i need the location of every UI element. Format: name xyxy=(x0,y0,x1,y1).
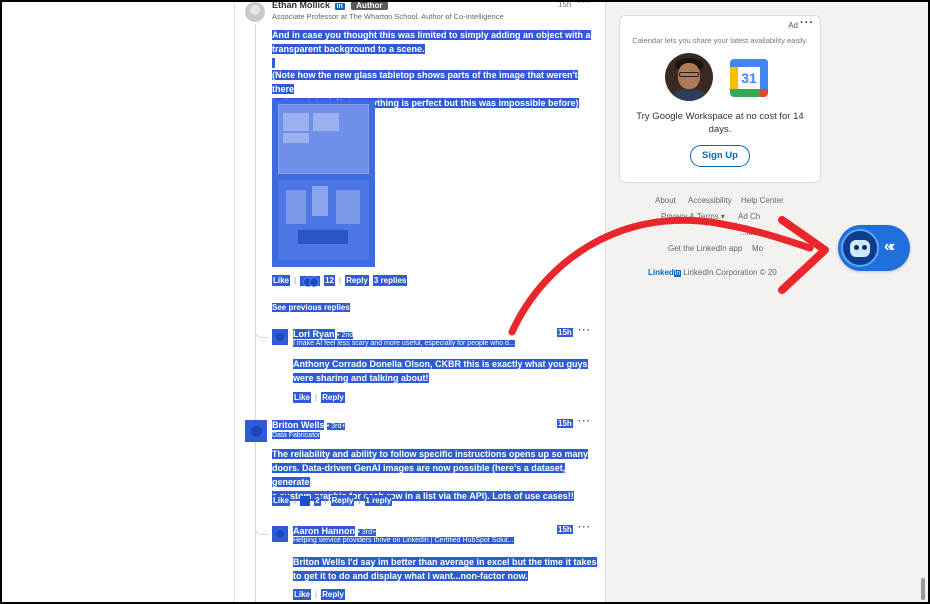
reply-branch xyxy=(255,320,269,338)
reply-button[interactable]: Reply xyxy=(330,495,355,506)
chevrons-left-icon: «‹ xyxy=(884,238,895,255)
more-options-icon[interactable]: ··· xyxy=(578,522,591,533)
reaction-count[interactable]: 12 xyxy=(324,275,335,286)
image-room-scene xyxy=(278,180,369,260)
reply-headline: Helping service providers thrive on Link… xyxy=(293,537,514,544)
reply-text: Anthony Corrado Donella Olson, CKBR this… xyxy=(293,359,588,383)
reply-author[interactable]: Lori Ryan • 2nd xyxy=(293,329,354,339)
ad-label: Ad xyxy=(788,21,798,30)
reply-button[interactable]: Reply xyxy=(321,589,345,600)
replies-count-link[interactable]: 1 reply xyxy=(364,495,393,506)
ai-assistant-widget[interactable]: «‹ xyxy=(838,225,910,271)
like-button[interactable]: Like xyxy=(293,392,312,403)
reactions-icon[interactable] xyxy=(300,495,311,506)
reply-button[interactable]: Reply xyxy=(321,392,345,403)
comment-paragraph-1: And in case you thought this was limited… xyxy=(272,28,592,70)
reply-branch xyxy=(255,515,269,535)
commenter-headline: Data Fabricator xyxy=(272,432,321,439)
commenter-name[interactable]: Briton Wells • 3rd+ xyxy=(272,420,346,430)
commenter-avatar[interactable] xyxy=(245,420,267,442)
author-avatar[interactable] xyxy=(245,2,265,22)
reply-author[interactable]: Aaron Hannon • 3rd+ xyxy=(293,526,377,536)
replies-count-link[interactable]: 3 replies xyxy=(372,275,408,286)
comment-time: 15h xyxy=(557,419,573,428)
red-arrow-annotation xyxy=(508,216,829,336)
image-screenshot-top xyxy=(278,104,369,174)
ad-card: Ad ··· Calendar lets you share your late… xyxy=(619,15,821,183)
reply-headline: I make AI feel less scary and more usefu… xyxy=(293,340,515,347)
comment-image[interactable] xyxy=(272,100,375,267)
reply-actions: Like | Reply xyxy=(293,392,345,403)
reply-button[interactable]: Reply xyxy=(345,275,369,286)
reply-avatar[interactable] xyxy=(272,526,288,542)
reaction-count[interactable]: 2 xyxy=(314,495,321,506)
author-headline: Associate Professor at The Wharton Schoo… xyxy=(272,12,504,21)
like-button[interactable]: Like xyxy=(272,495,291,506)
linkedin-premium-icon: in xyxy=(334,3,345,10)
ad-profile-photo xyxy=(665,53,713,101)
ad-description: Calendar lets you share your latest avai… xyxy=(632,36,808,45)
ad-cta-text: Try Google Workspace at no cost for 14 d… xyxy=(636,111,804,135)
reply-time: 15h xyxy=(557,525,573,534)
reply-text: Briton Wells I'd say im better than aver… xyxy=(293,557,597,581)
google-calendar-icon: 31 xyxy=(730,59,768,97)
comment-actions: Like | 2 | Reply | 1 reply xyxy=(272,495,393,506)
more-options-icon[interactable]: ··· xyxy=(578,0,591,8)
left-gutter xyxy=(2,2,234,602)
like-button[interactable]: Like xyxy=(293,589,312,600)
reactions-icon[interactable] xyxy=(300,275,321,287)
sign-up-button[interactable]: Sign Up xyxy=(690,145,750,167)
author-name-row[interactable]: Ethan Mollick in Author xyxy=(272,0,388,10)
ad-more-options-icon[interactable]: ··· xyxy=(800,17,814,29)
robot-icon xyxy=(841,229,879,267)
see-previous-replies-link[interactable]: See previous replies xyxy=(272,303,350,312)
author-tag: Author xyxy=(351,1,388,10)
comment-actions: Like | 12 | Reply 3 replies xyxy=(272,275,408,287)
more-options-icon[interactable]: ··· xyxy=(578,416,591,427)
reply-actions: Like | Reply xyxy=(293,589,345,600)
comment-time: 15h xyxy=(558,0,572,9)
scrollbar-thumb[interactable] xyxy=(921,578,925,600)
reply-avatar[interactable] xyxy=(272,329,288,345)
like-button[interactable]: Like xyxy=(272,275,291,286)
author-name[interactable]: Ethan Mollick xyxy=(272,0,330,10)
